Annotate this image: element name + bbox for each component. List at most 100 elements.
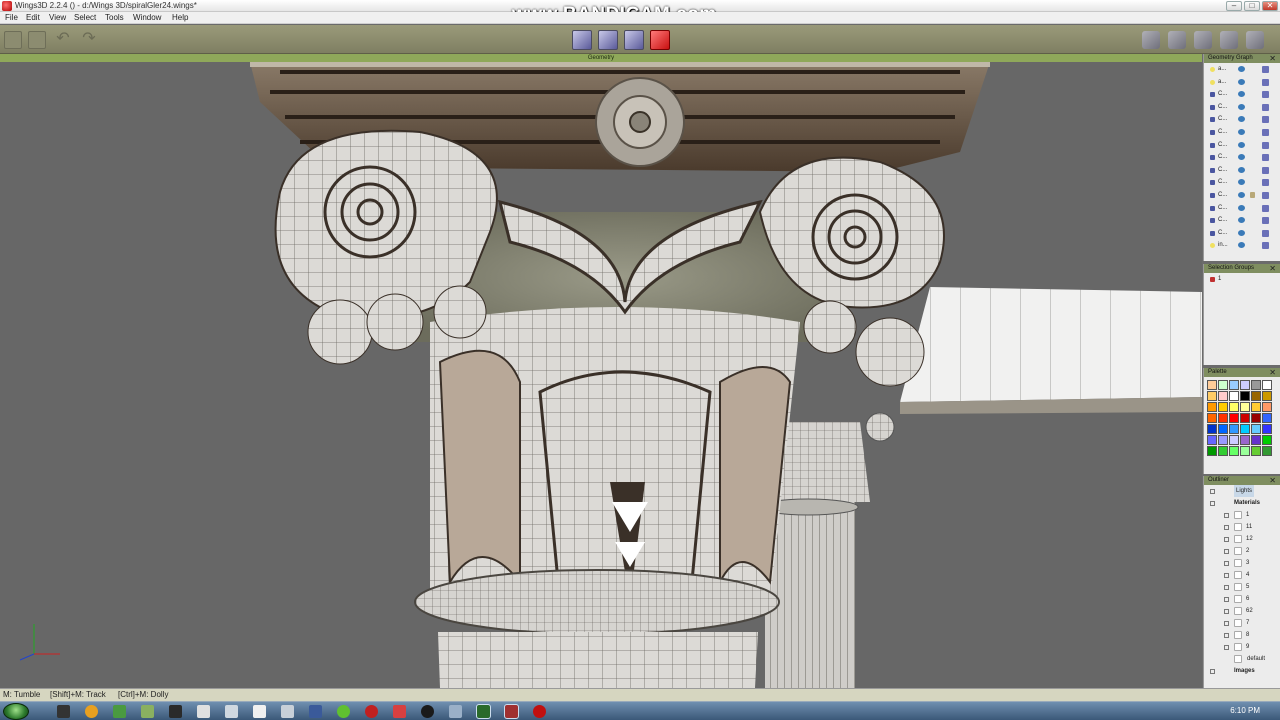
material-item[interactable]: 7 <box>1204 617 1280 629</box>
eye-icon[interactable] <box>1238 204 1245 211</box>
taskbar-app-icon[interactable] <box>449 705 462 718</box>
palette-swatch[interactable] <box>1251 402 1261 412</box>
outliner-lights[interactable]: Lights <box>1204 485 1280 497</box>
palette-swatch[interactable] <box>1229 402 1239 412</box>
taskbar-app-icon[interactable] <box>253 705 266 718</box>
gear-icon[interactable] <box>1142 31 1160 49</box>
list-item[interactable]: 1 <box>1204 273 1280 286</box>
palette-swatch[interactable] <box>1240 413 1250 423</box>
palette-swatch[interactable] <box>1207 424 1217 434</box>
palette-swatch[interactable] <box>1251 391 1261 401</box>
palette-swatch[interactable] <box>1262 413 1272 423</box>
palette-swatch[interactable] <box>1262 446 1272 456</box>
list-item[interactable]: C... <box>1204 151 1280 164</box>
palette-swatch[interactable] <box>1218 380 1228 390</box>
palette-swatch[interactable] <box>1240 446 1250 456</box>
menu-tools[interactable]: Tools <box>105 13 124 22</box>
wireframe-icon[interactable] <box>1262 141 1269 149</box>
edge-mode-icon[interactable] <box>598 30 618 50</box>
material-item[interactable]: 9 <box>1204 641 1280 653</box>
face-mode-icon[interactable] <box>624 30 644 50</box>
lock-icon[interactable] <box>1250 191 1255 198</box>
material-item[interactable]: 2 <box>1204 545 1280 557</box>
cube-smooth-icon[interactable] <box>1168 31 1186 49</box>
palette-swatch[interactable] <box>1207 446 1217 456</box>
wireframe-icon[interactable] <box>1262 217 1269 225</box>
palette-swatch[interactable] <box>1218 446 1228 456</box>
material-item[interactable]: 5 <box>1204 581 1280 593</box>
collapse-icon[interactable] <box>1210 501 1215 506</box>
material-item[interactable]: 1 <box>1204 509 1280 521</box>
palette-swatch[interactable] <box>1262 402 1272 412</box>
body-mode-icon[interactable] <box>650 30 670 50</box>
palette-swatch[interactable] <box>1207 413 1217 423</box>
palette-swatch[interactable] <box>1218 413 1228 423</box>
wireframe-icon[interactable] <box>1262 154 1269 162</box>
material-item[interactable]: default <box>1204 653 1280 665</box>
expand-icon[interactable] <box>1210 669 1215 674</box>
palette-swatch[interactable] <box>1218 424 1228 434</box>
material-item[interactable]: 6 <box>1204 593 1280 605</box>
wireframe-icon[interactable] <box>1262 116 1269 124</box>
palette-swatch[interactable] <box>1262 424 1272 434</box>
list-item[interactable]: C... <box>1204 88 1280 101</box>
expand-icon[interactable] <box>1224 609 1229 614</box>
redo-icon[interactable]: ↷ <box>80 31 98 49</box>
wireframe-icon[interactable] <box>1262 103 1269 111</box>
expand-icon[interactable] <box>1224 597 1229 602</box>
eye-icon[interactable] <box>1238 78 1245 85</box>
taskbar-app-icon[interactable] <box>225 705 238 718</box>
eye-icon[interactable] <box>1238 242 1245 249</box>
menu-view[interactable]: View <box>49 13 66 22</box>
list-item[interactable]: C... <box>1204 126 1280 139</box>
palette-swatch[interactable] <box>1218 402 1228 412</box>
start-button[interactable] <box>3 703 29 720</box>
palette-swatch[interactable] <box>1240 391 1250 401</box>
expand-icon[interactable] <box>1224 633 1229 638</box>
material-item[interactable]: 3 <box>1204 557 1280 569</box>
taskbar-app-icon[interactable] <box>393 705 406 718</box>
eye-icon[interactable] <box>1238 154 1245 161</box>
palette-swatch[interactable] <box>1240 424 1250 434</box>
palette-swatch[interactable] <box>1240 380 1250 390</box>
menu-file[interactable]: File <box>5 13 18 22</box>
palette-swatch[interactable] <box>1251 424 1261 434</box>
palette-swatch[interactable] <box>1229 435 1239 445</box>
palette-swatch[interactable] <box>1262 391 1272 401</box>
close-icon[interactable]: ✕ <box>1269 54 1276 63</box>
maximize-button[interactable]: □ <box>1244 1 1260 11</box>
taskbar-app-icon[interactable] <box>365 705 378 718</box>
taskbar-app-icon[interactable] <box>309 705 322 718</box>
geometry-viewport[interactable] <box>0 62 1202 688</box>
wireframe-icon[interactable] <box>1262 191 1269 199</box>
eye-icon[interactable] <box>1238 191 1245 198</box>
taskbar-app-icon[interactable] <box>85 705 98 718</box>
expand-icon[interactable] <box>1224 513 1229 518</box>
palette-swatch[interactable] <box>1207 435 1217 445</box>
list-item[interactable]: C... <box>1204 139 1280 152</box>
list-item[interactable]: C... <box>1204 101 1280 114</box>
wireframe-icon[interactable] <box>1262 179 1269 187</box>
list-item[interactable]: a... <box>1204 63 1280 76</box>
vertex-mode-icon[interactable] <box>572 30 592 50</box>
wireframe-icon[interactable] <box>1262 91 1269 99</box>
wireframe-icon[interactable] <box>1262 204 1269 212</box>
list-item[interactable]: C... <box>1204 176 1280 189</box>
outliner-materials[interactable]: Materials <box>1204 497 1280 509</box>
taskbar-wings3d-icon[interactable] <box>476 704 491 719</box>
taskbar-bandicam-icon[interactable] <box>504 704 519 719</box>
cube-wire-icon[interactable] <box>1194 31 1212 49</box>
taskbar-app-icon[interactable] <box>281 705 294 718</box>
close-icon[interactable]: ✕ <box>1269 264 1276 273</box>
eye-icon[interactable] <box>1238 229 1245 236</box>
list-item[interactable]: a... <box>1204 76 1280 89</box>
wireframe-icon[interactable] <box>1262 78 1269 86</box>
palette-swatch[interactable] <box>1251 446 1261 456</box>
palette-swatch[interactable] <box>1229 391 1239 401</box>
undo-icon[interactable]: ↶ <box>54 31 72 49</box>
expand-icon[interactable] <box>1224 525 1229 530</box>
texture-icon[interactable] <box>1220 31 1238 49</box>
palette-swatch[interactable] <box>1207 380 1217 390</box>
expand-icon[interactable] <box>1224 561 1229 566</box>
open-file-icon[interactable] <box>4 31 22 49</box>
